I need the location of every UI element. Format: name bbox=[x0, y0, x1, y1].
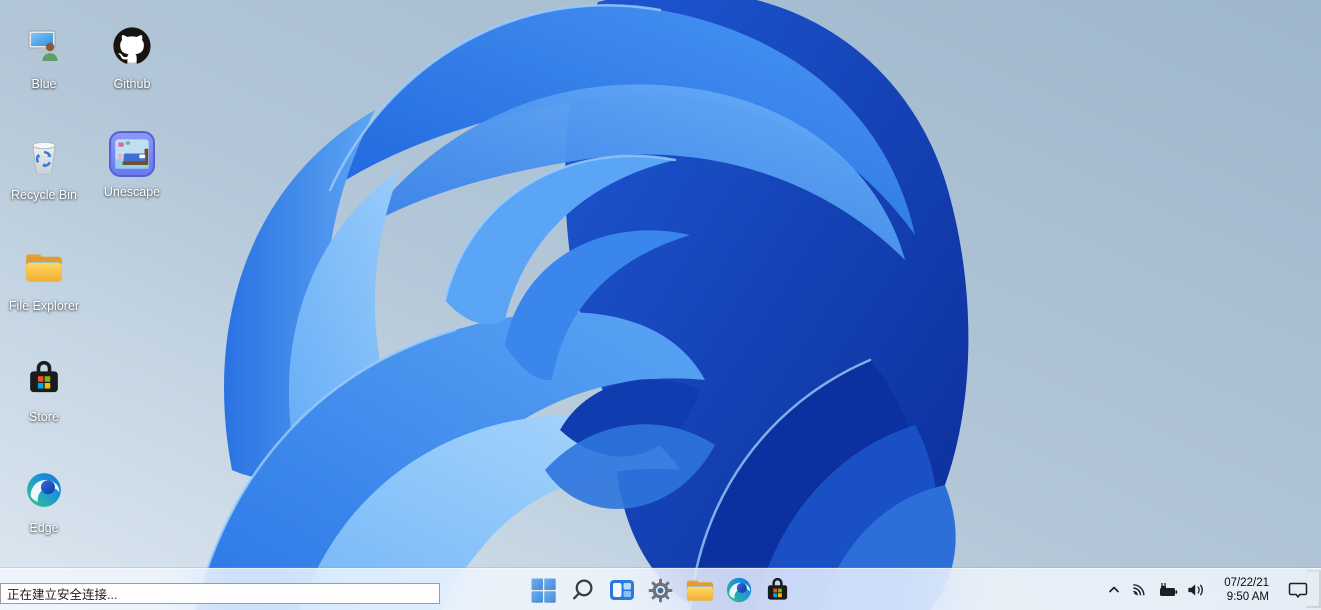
tray-time: 9:50 AM bbox=[1224, 590, 1269, 604]
chevron-up-icon bbox=[1107, 583, 1121, 597]
desktop: Blue Github bbox=[0, 0, 1321, 610]
desktop-icon-blue[interactable]: Blue bbox=[4, 20, 84, 93]
notification-chat-button[interactable] bbox=[1283, 577, 1313, 603]
network-battery-volume-button[interactable] bbox=[1126, 578, 1210, 602]
wallpaper-bloom bbox=[0, 0, 1321, 610]
task-view-icon bbox=[609, 578, 635, 602]
start-icon bbox=[531, 578, 556, 603]
start-button[interactable] bbox=[526, 572, 562, 608]
microsoft-store-icon bbox=[26, 361, 62, 397]
file-explorer-button[interactable] bbox=[682, 572, 718, 608]
github-logo-icon bbox=[113, 27, 151, 65]
desktop-icon-label: Store bbox=[4, 409, 84, 426]
chat-bubble-icon bbox=[1288, 581, 1308, 599]
desktop-icon-github[interactable]: Github bbox=[92, 20, 172, 93]
file-explorer-icon bbox=[686, 579, 714, 602]
taskbar-center-buttons bbox=[526, 569, 796, 610]
tray-date: 07/22/21 bbox=[1224, 576, 1269, 590]
desktop-icon-label: Github bbox=[92, 76, 172, 93]
system-tray: 07/22/21 9:50 AM bbox=[1102, 569, 1313, 610]
desktop-icon-label: Recycle Bin bbox=[4, 187, 84, 204]
clock[interactable]: 07/22/21 9:50 AM bbox=[1219, 572, 1274, 608]
store-button[interactable] bbox=[760, 572, 796, 608]
edge-browser-icon bbox=[26, 472, 62, 508]
desktop-icon-label: Blue bbox=[4, 76, 84, 93]
status-tooltip: 正在建立安全连接... bbox=[0, 583, 440, 604]
desktop-icon-label: File Explorer bbox=[4, 298, 84, 315]
unescape-game-icon bbox=[109, 131, 155, 177]
desktop-icon-file-explorer[interactable]: File Explorer bbox=[4, 242, 84, 315]
recycle-bin-icon bbox=[26, 138, 62, 176]
remote-user-monitor-icon bbox=[25, 28, 63, 64]
status-tooltip-text: 正在建立安全连接... bbox=[7, 584, 117, 603]
desktop-icon-label: Unescape bbox=[92, 184, 172, 201]
edge-icon bbox=[726, 577, 752, 603]
search-button[interactable] bbox=[565, 572, 601, 608]
desktop-icon-unescape[interactable]: Unescape bbox=[92, 128, 172, 201]
settings-button[interactable] bbox=[643, 572, 679, 608]
desktop-icon-recycle-bin[interactable]: Recycle Bin bbox=[4, 131, 84, 204]
task-view-button[interactable] bbox=[604, 572, 640, 608]
tray-overflow-button[interactable] bbox=[1102, 579, 1126, 601]
edge-button[interactable] bbox=[721, 572, 757, 608]
store-icon bbox=[765, 578, 790, 603]
desktop-icon-store[interactable]: Store bbox=[4, 353, 84, 426]
desktop-icon-edge[interactable]: Edge bbox=[4, 464, 84, 537]
desktop-icon-label: Edge bbox=[4, 520, 84, 537]
file-explorer-folder-icon bbox=[25, 252, 63, 284]
search-icon bbox=[570, 578, 595, 603]
volume-icon bbox=[1186, 582, 1205, 598]
battery-charging-icon bbox=[1157, 582, 1179, 598]
wifi-icon bbox=[1131, 582, 1150, 598]
settings-gear-icon bbox=[648, 578, 673, 603]
